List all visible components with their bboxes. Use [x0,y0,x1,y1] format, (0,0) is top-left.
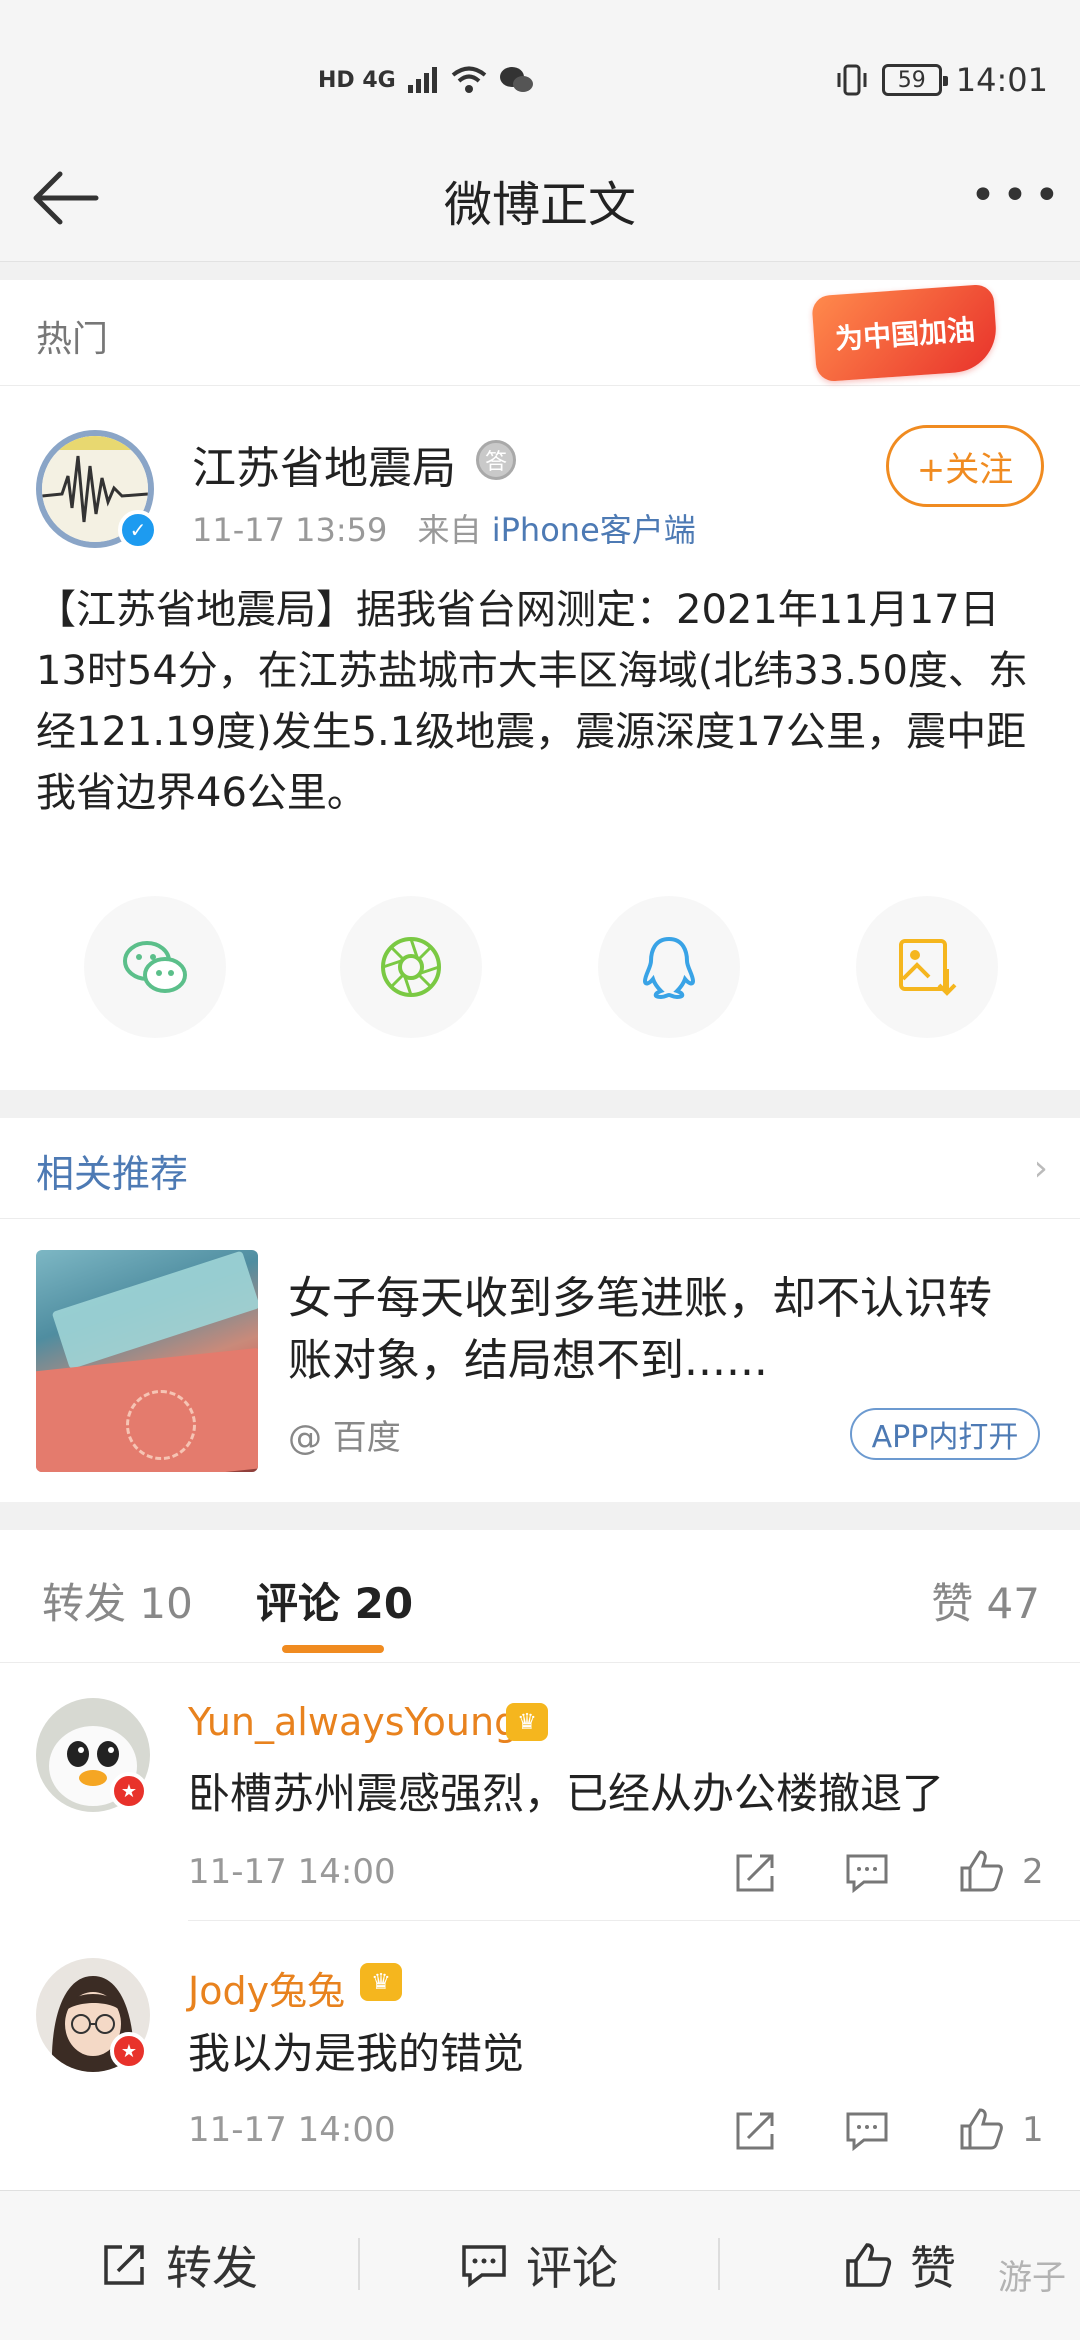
active-tab-indicator [282,1645,384,1653]
repost-icon[interactable] [730,2106,780,2156]
save-image-icon [899,939,957,996]
bottom-like-button[interactable]: 赞 [842,2235,956,2295]
bottom-like-label: 赞 [910,2241,956,2295]
comment-text: 卧槽苏州震感强烈，已经从办公楼撤退了 [188,1769,945,1818]
divider [0,1662,1080,1663]
share-qq-button[interactable] [598,896,740,1038]
source-prefix: 来自 [417,511,482,549]
repost-icon [104,2245,144,2285]
comment-text: 我以为是我的错觉 [188,2029,525,2078]
comment-time: 11-17 14:00 [188,1852,396,1892]
watermark: 游子 [998,2258,1066,2298]
battery-level: 59 [897,67,926,93]
bottom-repost-label: 转发 [166,2241,258,2295]
vibrate-icon [837,64,867,96]
related-thumbnail[interactable] [36,1250,258,1472]
like-count: 2 [1022,1852,1044,1892]
reply-icon[interactable] [842,2106,892,2156]
tab-likes[interactable]: 赞 47 [931,1570,1040,1631]
bottom-comment-button[interactable]: 评论 [458,2235,618,2295]
comment-username[interactable]: Yun_alwaysYoung [188,1700,518,1744]
tab-comments[interactable]: 评论 20 [256,1570,413,1631]
like-icon[interactable] [956,1846,1006,1896]
campaign-badge[interactable]: 为中国加油 [811,283,999,383]
open-in-app-button[interactable]: APP内打开 [850,1408,1040,1460]
vip-crown-icon: ♛ [506,1703,548,1741]
like-count: 1 [1022,2110,1044,2150]
post-time: 11-17 13:59 [192,511,388,549]
bottom-repost-button[interactable]: 转发 [98,2235,258,2295]
network-label: HD 4G [318,67,396,93]
status-icons-right: 59 14:01 [836,56,1048,104]
post-source[interactable]: iPhone客户端 [492,511,696,549]
wechat-status-icon [499,67,533,92]
chevron-right-icon[interactable]: › [1034,1148,1048,1189]
clock: 14:01 [955,61,1048,99]
follow-button[interactable]: +关注 [886,425,1044,507]
comment-icon [462,2245,506,2288]
like-icon [846,2243,892,2287]
wechat-icon [123,941,187,993]
signal-icon [407,67,437,93]
medal-icon[interactable]: 答 [476,440,516,480]
divider [188,1920,1080,1921]
vip-crown-icon: ♛ [360,1963,402,2001]
status-icons-left: HD 4G [318,58,534,102]
related-headline[interactable]: 女子每天收到多笔进账，却不认识转账对象，结局想不到...... [288,1268,1028,1392]
repost-icon[interactable] [730,1848,780,1898]
share-save-button[interactable] [856,896,998,1038]
divider [358,2238,360,2290]
related-title: 相关推荐 [36,1152,189,1196]
comment-time: 11-17 14:00 [188,2110,396,2150]
like-icon[interactable] [956,2104,1006,2154]
star-badge-icon: ★ [110,2032,148,2070]
post-meta: 11-17 13:59 来自 iPhone客户端 [192,505,696,551]
reply-icon[interactable] [842,1848,892,1898]
divider [718,2238,720,2290]
page-title: 微博正文 [443,177,636,233]
star-badge-icon: ★ [110,1772,148,1810]
section-label: 热门 [36,319,109,360]
divider [0,1218,1080,1219]
more-icon[interactable]: ••• [970,170,1060,221]
post-text: 【江苏省地震局】据我省台网测定：2021年11月17日13时54分，在江苏盐城市… [36,587,1028,816]
battery-indicator: 59 [881,64,948,96]
qq-icon [642,936,696,1000]
verified-badge-icon: ✓ [118,510,158,550]
bottom-comment-label: 评论 [526,2241,618,2295]
wifi-icon [451,66,486,93]
share-wechat-button[interactable] [84,896,226,1038]
share-moments-button[interactable] [340,896,482,1038]
moments-icon [381,937,441,997]
author-name[interactable]: 江苏省地震局 [192,432,456,496]
comment-username[interactable]: Jody兔兔 [188,1960,345,2015]
related-source: @ 百度 [288,1418,401,1458]
tab-repost[interactable]: 转发 10 [42,1570,193,1631]
